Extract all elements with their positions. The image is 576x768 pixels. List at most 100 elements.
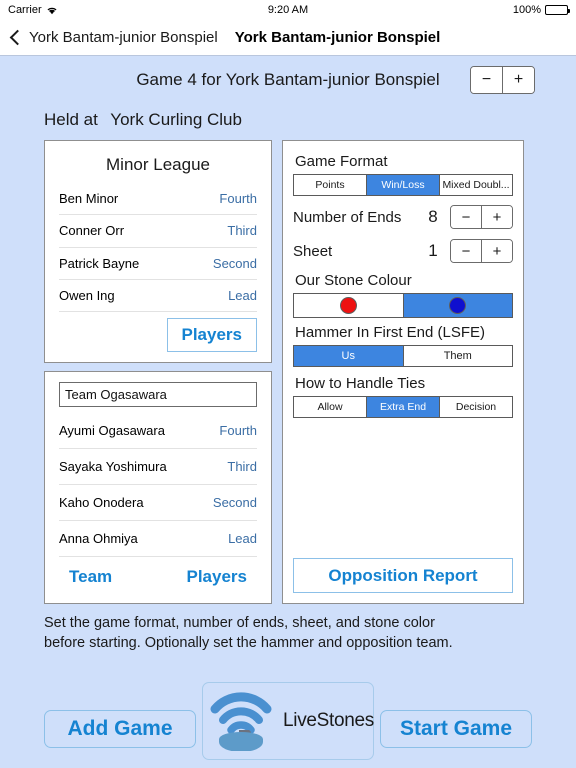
table-row[interactable]: Patrick Bayne Second [59,248,257,280]
navigation-bar: York Bantam-junior Bonspiel York Bantam-… [0,20,576,56]
player-position: Third [227,459,257,474]
player-name: Ayumi Ogasawara [59,423,165,438]
sheet-row: Sheet 1 − + [293,234,513,268]
number-of-ends-value: 8 [428,207,438,226]
game-format-option-mixed-doubles[interactable]: Mixed Doubl... [439,175,512,195]
our-team-players-button[interactable]: Players [166,318,257,352]
table-row[interactable]: Kaho Onodera Second [59,485,257,521]
add-game-button[interactable]: Add Game [44,710,196,748]
battery-icon [545,5,570,15]
livestones-logo[interactable]: LiveStones [202,682,374,760]
start-game-button[interactable]: Start Game [380,710,532,748]
player-position: Fourth [219,191,257,207]
player-position: Second [212,495,257,510]
hammer-option-them[interactable]: Them [402,346,512,366]
opposition-players-button[interactable]: Players [187,567,248,587]
player-name: Sayaka Yoshimura [59,459,167,474]
number-of-ends-label: Number of Ends [293,208,402,226]
instructions-line-1: Set the game format, number of ends, she… [44,615,435,631]
opposition-team-button[interactable]: Team [69,567,112,587]
hammer-label: Hammer In First End (LSFE) [295,324,486,341]
stone-colour-option-red[interactable] [294,294,403,317]
wifi-icon [46,5,58,15]
bottom-action-bar: Add Game LiveStones Start Game [0,682,576,768]
carrier-label: Carrier [8,4,42,16]
instructions-line-2: before starting. Optionally set the hamm… [44,634,453,651]
player-position: Second [212,255,257,271]
status-bar-time: 9:20 AM [267,4,309,16]
opposition-team-name-input[interactable] [59,382,257,407]
player-position: Third [227,223,257,239]
table-row[interactable]: Anna Ohmiya Lead [59,521,257,557]
player-name: Patrick Bayne [59,255,140,271]
player-name: Conner Orr [59,223,125,239]
game-format-label: Game Format [295,153,388,170]
settings-column: Game Format Points Win/Loss Mixed Doubl.… [282,140,524,604]
stone-colour-segmented-control [293,293,513,318]
sheet-stepper: − + [450,239,513,263]
teams-column: Minor League Ben Minor Fourth Conner Orr… [44,140,272,604]
held-at-label: Held at [44,110,98,129]
stone-colour-label: Our Stone Colour [295,272,412,289]
app-root: Carrier 9:20 AM 100% York Bantam-junior … [0,0,576,768]
battery-percent-label: 100% [512,4,541,16]
player-position: Fourth [219,423,257,438]
status-bar: Carrier 9:20 AM 100% [0,0,576,20]
opposition-report-button[interactable]: Opposition Report [293,558,513,593]
ties-option-decision[interactable]: Decision [439,397,512,417]
settings-spacer [293,422,513,558]
held-at-row: Held at York Curling Club [0,104,576,140]
our-team-actions: Players [59,312,257,352]
opposition-team-actions: Team Players [59,557,257,597]
table-row[interactable]: Ayumi Ogasawara Fourth [59,413,257,449]
player-position: Lead [228,287,257,303]
chevron-left-icon [9,29,26,46]
red-stone-icon [339,297,357,314]
game-format-option-points[interactable]: Points [294,175,366,195]
player-name: Owen Ing [59,287,115,303]
sheet-increment-button[interactable]: + [481,240,512,262]
status-bar-left: Carrier [8,4,158,16]
ties-segmented-control: Allow Extra End Decision [293,396,513,418]
main-content: Minor League Ben Minor Fourth Conner Orr… [0,140,576,604]
sheet-value: 1 [428,241,438,260]
blue-stone-icon [449,297,467,314]
status-bar-right: 100% [418,4,570,16]
table-row[interactable]: Owen Ing Lead [59,280,257,312]
game-format-option-winloss[interactable]: Win/Loss [366,175,439,195]
hammer-segmented-control: Us Them [293,345,513,367]
game-number-stepper: − + [470,66,535,94]
sheet-label: Sheet [293,242,333,260]
opposition-team-card: Ayumi Ogasawara Fourth Sayaka Yoshimura … [44,371,272,604]
back-button-label: York Bantam-junior Bonspiel [29,29,218,46]
game-number-decrement-button[interactable]: − [471,67,502,93]
ties-label: How to Handle Ties [295,375,426,392]
navigation-title: York Bantam-junior Bonspiel [234,29,441,46]
stone-colour-option-blue[interactable] [402,294,512,317]
instructions-text: Set the game format, number of ends, she… [0,604,576,653]
page-header: Game 4 for York Bantam-junior Bonspiel −… [0,56,576,104]
game-settings-card: Game Format Points Win/Loss Mixed Doubl.… [282,140,524,604]
game-number-increment-button[interactable]: + [502,67,534,93]
livestones-logo-text: LiveStones [283,710,375,731]
our-team-card: Minor League Ben Minor Fourth Conner Orr… [44,140,272,363]
number-of-ends-increment-button[interactable]: + [481,206,512,228]
hammer-option-us[interactable]: Us [294,346,403,366]
number-of-ends-row: Number of Ends 8 − + [293,200,513,234]
table-row[interactable]: Sayaka Yoshimura Third [59,449,257,485]
sheet-decrement-button[interactable]: − [451,240,481,262]
curling-stone-wifi-icon [209,687,281,756]
game-format-segmented-control: Points Win/Loss Mixed Doubl... [293,174,513,196]
player-name: Ben Minor [59,191,119,207]
number-of-ends-decrement-button[interactable]: − [451,206,481,228]
player-name: Kaho Onodera [59,495,144,510]
player-name: Anna Ohmiya [59,531,138,546]
ties-option-extra-end[interactable]: Extra End [366,397,439,417]
our-team-name: Minor League [106,155,210,174]
player-position: Lead [228,531,257,546]
table-row[interactable]: Ben Minor Fourth [59,183,257,216]
table-row[interactable]: Conner Orr Third [59,215,257,248]
ties-option-allow[interactable]: Allow [294,397,366,417]
venue-name[interactable]: York Curling Club [110,110,242,129]
back-button[interactable]: York Bantam-junior Bonspiel [8,29,218,46]
